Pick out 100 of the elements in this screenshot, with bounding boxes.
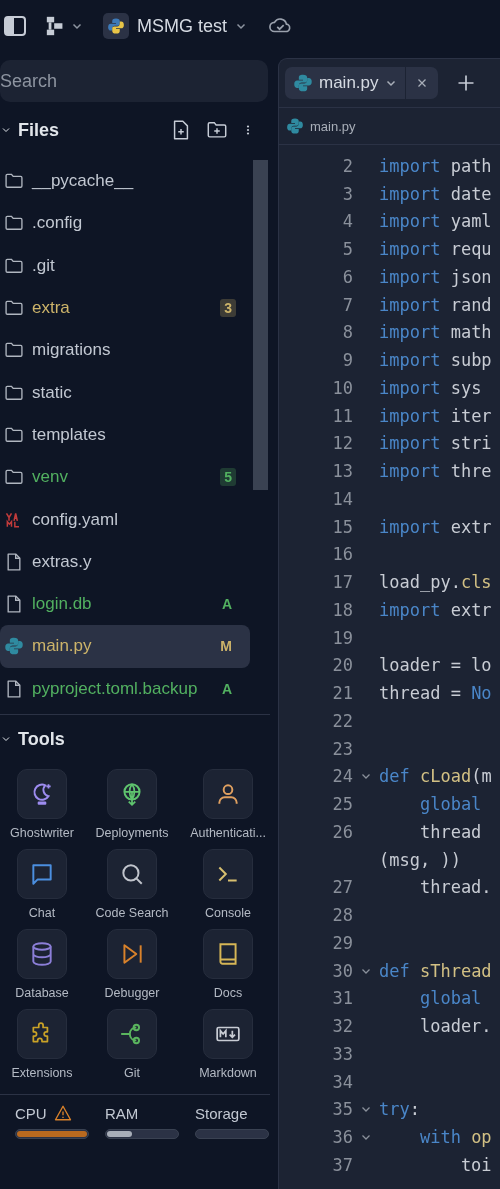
python-icon bbox=[286, 117, 304, 135]
code-line: import subp bbox=[379, 350, 492, 371]
line-number: 33 bbox=[331, 1043, 353, 1064]
line-number: 8 bbox=[341, 322, 353, 343]
code-line: loader = lo bbox=[379, 655, 492, 676]
line-number: 13 bbox=[331, 461, 353, 482]
code-line: toi bbox=[459, 1154, 492, 1175]
line-number: 14 bbox=[331, 488, 353, 509]
sidebar-toggle-icon[interactable] bbox=[3, 14, 27, 38]
file-name: pyproject.toml.backup bbox=[32, 678, 198, 699]
code-line: import rand bbox=[379, 294, 492, 315]
breadcrumb-item[interactable]: main.py bbox=[310, 118, 356, 134]
code-line: import date bbox=[379, 183, 492, 204]
scrollbar[interactable] bbox=[253, 160, 268, 490]
code-line: import extr bbox=[379, 516, 492, 537]
tool-launcher[interactable]: Database bbox=[0, 929, 84, 1000]
resource-label: CPU bbox=[15, 1104, 47, 1122]
file-tree-item[interactable]: extra 3 bbox=[0, 286, 250, 330]
file-tree-item[interactable]: .git bbox=[0, 244, 250, 287]
file-tree-item[interactable]: static bbox=[0, 371, 250, 414]
tool-launcher[interactable]: Ghostwriter bbox=[0, 769, 84, 840]
code-line: (msg, )) bbox=[379, 849, 461, 870]
line-number: 18 bbox=[331, 599, 353, 620]
file-tree-item[interactable]: templates bbox=[0, 413, 250, 457]
git-status-letter: M bbox=[219, 637, 233, 656]
tool-launcher[interactable]: Git bbox=[84, 1009, 180, 1080]
code-line: try: bbox=[379, 1099, 420, 1120]
line-number: 32 bbox=[331, 1016, 353, 1037]
layout-menu-button[interactable] bbox=[45, 15, 83, 37]
line-number: 28 bbox=[331, 905, 353, 926]
code-line: global bbox=[418, 794, 482, 815]
file-tree-item[interactable]: login.db A bbox=[0, 582, 250, 626]
file-tree-item[interactable]: pyproject.toml.backup A bbox=[0, 667, 250, 710]
tool-launcher[interactable]: Docs bbox=[180, 929, 276, 1000]
line-number: 35 bbox=[331, 1099, 353, 1120]
line-number: 11 bbox=[331, 405, 353, 426]
code-line: import extr bbox=[379, 599, 492, 620]
file-name: static bbox=[32, 382, 72, 403]
code-line: thread bbox=[418, 821, 482, 842]
file-tree-item[interactable]: .config bbox=[0, 202, 250, 245]
file-name: extras.y bbox=[32, 551, 92, 572]
code-line: thread. bbox=[418, 877, 492, 898]
file-tree-item[interactable]: config.yaml bbox=[0, 498, 250, 541]
code-line: thread = No bbox=[379, 683, 492, 704]
line-number: 2 bbox=[341, 155, 353, 176]
line-number: 29 bbox=[331, 932, 353, 953]
line-number: 26 bbox=[331, 821, 353, 842]
files-section-toggle[interactable]: Files bbox=[0, 119, 60, 141]
file-name: config.yaml bbox=[32, 509, 118, 530]
new-folder-icon[interactable] bbox=[206, 119, 228, 141]
code-line: import thre bbox=[379, 461, 492, 482]
tool-launcher[interactable]: Authenticati... bbox=[180, 769, 276, 840]
code-line: loader. bbox=[418, 1016, 492, 1037]
code-line: def sThread bbox=[379, 960, 492, 981]
line-number: 36 bbox=[331, 1127, 353, 1148]
tool-launcher[interactable]: Debugger bbox=[84, 929, 180, 1000]
tool-launcher[interactable]: Markdown bbox=[180, 1009, 276, 1080]
file-tree-item[interactable]: migrations bbox=[0, 329, 250, 372]
line-number: 12 bbox=[331, 433, 353, 454]
git-status-letter: A bbox=[220, 679, 233, 698]
code-line: import iter bbox=[379, 405, 492, 426]
line-number: 3 bbox=[341, 183, 353, 204]
code-line: global bbox=[418, 988, 482, 1009]
code-line: import math bbox=[379, 322, 492, 343]
tool-launcher[interactable]: Code Search bbox=[84, 849, 180, 920]
file-tree-item[interactable]: extras.y bbox=[0, 540, 250, 583]
python-icon bbox=[4, 636, 24, 657]
line-number: 16 bbox=[331, 544, 353, 565]
search-field[interactable]: Search bbox=[0, 60, 268, 102]
file-name: .git bbox=[32, 255, 55, 276]
file-name: migrations bbox=[32, 340, 111, 361]
line-number: 5 bbox=[341, 239, 353, 260]
file-name: venv bbox=[32, 467, 68, 488]
file-tree-item[interactable]: main.py M bbox=[0, 625, 250, 668]
line-number: 24 bbox=[331, 766, 353, 787]
file-tree-item[interactable]: venv 5 bbox=[0, 456, 250, 499]
tool-launcher[interactable]: Chat bbox=[0, 849, 84, 920]
code-line: import path bbox=[379, 155, 492, 176]
tool-launcher[interactable]: Extensions bbox=[0, 1009, 84, 1080]
tool-launcher[interactable]: Console bbox=[180, 849, 276, 920]
project-menu-button[interactable]: MSMG test bbox=[103, 13, 247, 39]
code-line: import yaml bbox=[379, 211, 492, 232]
line-number: 21 bbox=[331, 683, 353, 704]
file-tree-item[interactable]: __pycache__ bbox=[0, 160, 250, 203]
close-icon bbox=[415, 77, 428, 89]
line-number: 25 bbox=[331, 794, 353, 815]
resource-label: RAM bbox=[105, 1104, 139, 1122]
code-line: import json bbox=[379, 266, 492, 287]
tools-section-toggle[interactable]: Tools bbox=[0, 728, 65, 750]
file-name: __pycache__ bbox=[32, 171, 134, 192]
line-number: 30 bbox=[331, 960, 353, 981]
file-name: login.db bbox=[32, 594, 92, 615]
line-number: 6 bbox=[341, 266, 353, 287]
git-status-letter: A bbox=[220, 595, 233, 614]
editor-tab[interactable]: main.py bbox=[285, 67, 438, 99]
code-line: def cLoad(m bbox=[379, 766, 492, 787]
resource-label: Storage bbox=[195, 1104, 248, 1122]
line-number: 4 bbox=[341, 211, 353, 232]
file-name: extra bbox=[32, 298, 70, 319]
tool-launcher[interactable]: Deployments bbox=[84, 769, 180, 840]
